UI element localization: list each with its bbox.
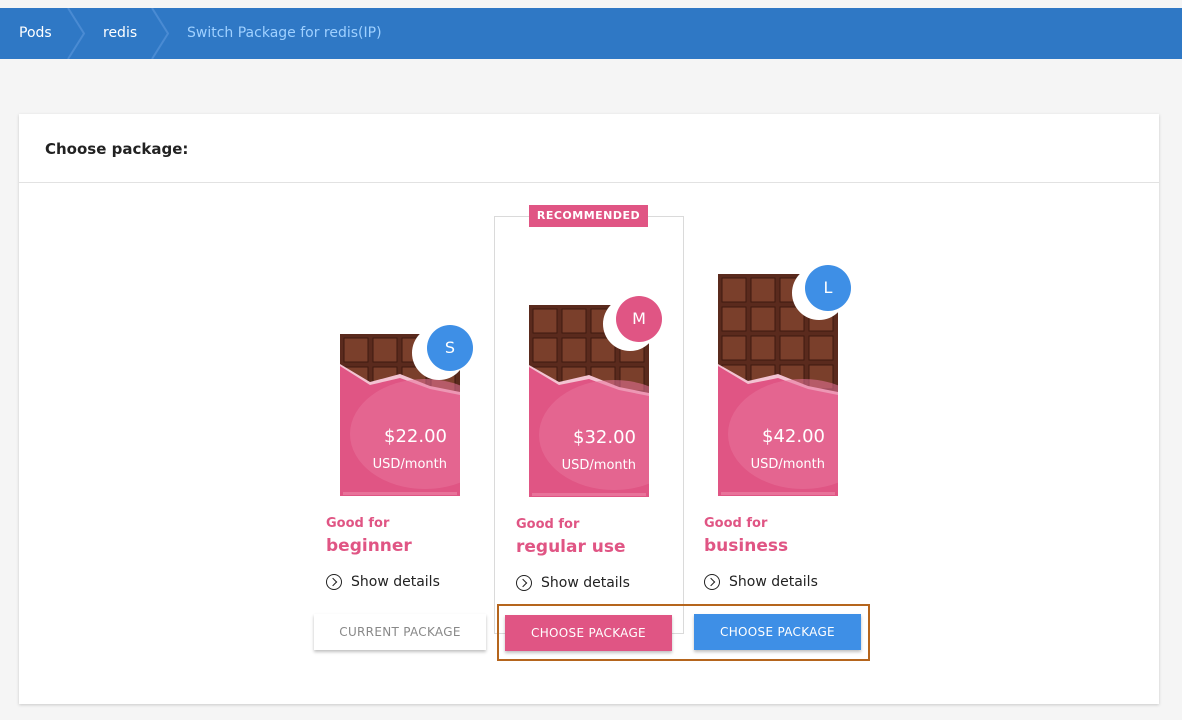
current-package-button[interactable]: CURRENT PACKAGE — [314, 614, 486, 650]
breadcrumb-separator — [151, 8, 170, 59]
price-l: $42.00 — [762, 426, 825, 447]
show-details-l[interactable]: Show details — [704, 574, 818, 590]
breadcrumb-current: Switch Package for redis(IP) — [187, 25, 382, 41]
chevron-right-circle-icon — [326, 574, 342, 590]
price-s: $22.00 — [384, 426, 447, 447]
price-m: $32.00 — [573, 427, 636, 448]
plan-name-m: regular use — [516, 537, 626, 557]
panel-title: Choose package: — [45, 140, 189, 158]
recommended-badge: RECOMMENDED — [529, 205, 648, 227]
show-details-label: Show details — [351, 574, 440, 590]
show-details-m[interactable]: Show details — [516, 575, 630, 591]
panel-divider — [19, 182, 1159, 183]
good-for-label-l: Good for — [704, 516, 768, 531]
choose-package-button-m[interactable]: CHOOSE PACKAGE — [505, 615, 672, 651]
size-badge-l: L — [805, 265, 851, 311]
plan-name-l: business — [704, 536, 789, 556]
size-badge-s: S — [427, 325, 473, 371]
show-details-label: Show details — [541, 575, 630, 591]
chevron-right-circle-icon — [704, 574, 720, 590]
size-badge-m: M — [616, 296, 662, 342]
period-s: USD/month — [372, 457, 447, 472]
period-l: USD/month — [750, 457, 825, 472]
breadcrumb-separator — [67, 8, 86, 59]
period-m: USD/month — [561, 458, 636, 473]
chevron-right-circle-icon — [516, 575, 532, 591]
show-details-s[interactable]: Show details — [326, 574, 440, 590]
breadcrumb-item-redis[interactable]: redis — [103, 8, 137, 59]
plan-name-s: beginner — [326, 536, 412, 556]
good-for-label-s: Good for — [326, 516, 390, 531]
breadcrumb-item-pods[interactable]: Pods — [19, 8, 52, 59]
top-strip — [0, 0, 1182, 8]
show-details-label: Show details — [729, 574, 818, 590]
choose-package-button-l[interactable]: CHOOSE PACKAGE — [694, 614, 861, 650]
breadcrumb: Pods redis Switch Package for redis(IP) — [0, 8, 1182, 59]
good-for-label-m: Good for — [516, 517, 580, 532]
